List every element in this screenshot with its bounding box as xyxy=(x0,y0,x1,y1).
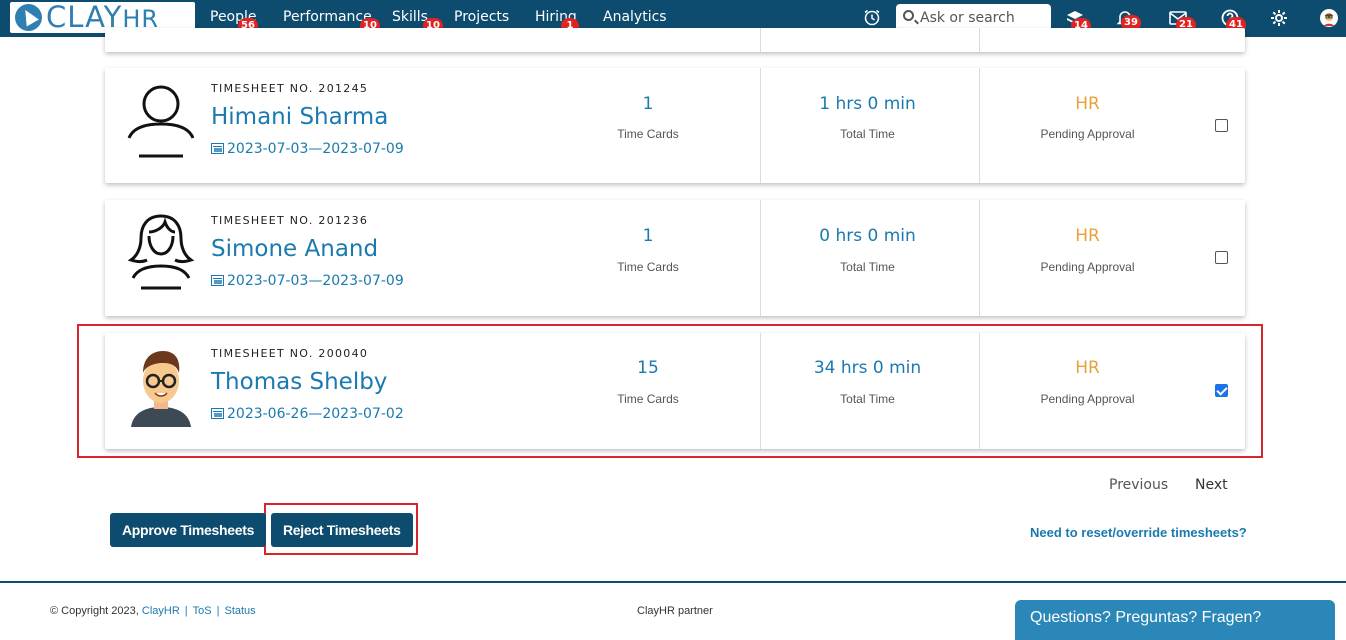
date-range-text: 2023-07-03—2023-07-09 xyxy=(227,141,404,157)
pagination-next[interactable]: Next xyxy=(1195,477,1228,493)
reset-override-timesheets-link[interactable]: Need to reset/override timesheets? xyxy=(1030,525,1247,540)
settings-gear-icon[interactable] xyxy=(1269,8,1289,28)
pagination-previous[interactable]: Previous xyxy=(1109,477,1168,493)
alarm-clock-icon[interactable] xyxy=(862,8,882,28)
notifications-bell-icon[interactable]: 39 xyxy=(1115,8,1141,31)
calendar-icon xyxy=(211,275,224,286)
nav-projects-label: Projects xyxy=(454,9,510,25)
user-avatar-icon[interactable] xyxy=(1319,8,1339,28)
timesheet-select-checkbox[interactable] xyxy=(1215,119,1228,132)
total-time-label: Total Time xyxy=(840,260,895,274)
footer-tos-link[interactable]: ToS xyxy=(193,605,212,617)
approval-status: Pending Approval xyxy=(1040,260,1135,274)
approval-status: Pending Approval xyxy=(1040,127,1135,141)
approve-timesheets-button[interactable]: Approve Timesheets xyxy=(110,513,267,547)
date-range-link[interactable]: 2023-07-03—2023-07-09 xyxy=(211,141,404,157)
time-cards-label: Time Cards xyxy=(617,260,679,274)
employee-name-link[interactable]: Simone Anand xyxy=(211,236,378,262)
calendar-icon xyxy=(211,143,224,154)
nav-analytics-label: Analytics xyxy=(603,9,667,25)
approver-value: HR xyxy=(1075,226,1100,246)
time-cards-count[interactable]: 1 xyxy=(598,226,698,246)
selected-card-highlight xyxy=(77,324,1263,458)
timesheet-number: TIMESHEET NO. 201245 xyxy=(211,82,369,95)
help-chat-button[interactable]: Questions? Preguntas? Fragen? xyxy=(1015,600,1335,640)
total-time-value: 1 hrs 0 min xyxy=(819,94,916,114)
timesheet-card: TIMESHEET NO. 201236 Simone Anand 2023-0… xyxy=(105,200,1245,316)
timesheet-select-checkbox[interactable] xyxy=(1215,251,1228,264)
search-input[interactable] xyxy=(920,4,1048,31)
copyright-text: © Copyright 2023, xyxy=(50,605,139,617)
learning-icon[interactable]: 14 xyxy=(1065,8,1091,34)
total-time-label: Total Time xyxy=(840,127,895,141)
default-avatar-female-icon xyxy=(125,210,197,294)
timesheet-number: TIMESHEET NO. 201236 xyxy=(211,214,369,227)
footer-partner[interactable]: ClayHR partner xyxy=(637,605,713,617)
footer-divider xyxy=(0,581,1346,583)
clayhr-logo-mark-icon xyxy=(15,4,42,31)
time-cards-label: Time Cards xyxy=(617,127,679,141)
approver-value: HR xyxy=(1075,94,1100,114)
default-avatar-male-icon xyxy=(125,78,197,162)
search-box[interactable] xyxy=(896,4,1051,31)
timesheet-card-partial xyxy=(105,28,1245,52)
employee-name-link[interactable]: Himani Sharma xyxy=(211,104,388,130)
reject-timesheets-button[interactable]: Reject Timesheets xyxy=(271,513,413,547)
footer-copyright: © Copyright 2023, ClayHR | ToS | Status xyxy=(50,605,256,617)
search-icon xyxy=(903,10,914,21)
timesheet-card: TIMESHEET NO. 201245 Himani Sharma 2023-… xyxy=(105,68,1245,183)
time-cards-count[interactable]: 1 xyxy=(598,94,698,114)
nav-performance-label: Performance xyxy=(283,9,372,25)
date-range-link[interactable]: 2023-07-03—2023-07-09 xyxy=(211,273,404,289)
messages-mail-icon[interactable]: 21 xyxy=(1168,8,1196,33)
footer-clayhr-link[interactable]: ClayHR xyxy=(142,605,180,617)
help-question-icon[interactable]: 41 xyxy=(1220,8,1246,33)
total-time-value: 0 hrs 0 min xyxy=(819,226,916,246)
date-range-text: 2023-07-03—2023-07-09 xyxy=(227,273,404,289)
footer-status-link[interactable]: Status xyxy=(224,605,255,617)
